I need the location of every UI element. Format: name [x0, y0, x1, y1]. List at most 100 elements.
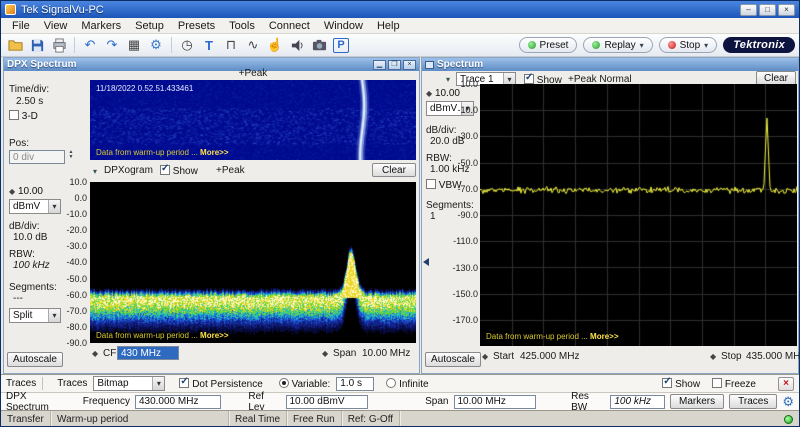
threed-option[interactable]: 3-D: [9, 110, 38, 122]
cf-input[interactable]: 430 MHz: [117, 346, 179, 360]
camera-icon[interactable]: [309, 36, 329, 55]
toolbar-separator: [171, 37, 172, 53]
more-link[interactable]: More>>: [200, 148, 228, 157]
freeze-checkbox[interactable]: [712, 378, 722, 388]
trigger-icon[interactable]: T: [199, 36, 219, 55]
settings-gear-icon[interactable]: ⚙: [146, 36, 166, 55]
open-folder-icon[interactable]: [5, 36, 25, 55]
restore-icon[interactable]: [425, 61, 434, 69]
undo-icon[interactable]: ↶: [80, 36, 100, 55]
traces-section-label: Traces: [6, 378, 36, 389]
pos-spinner[interactable]: ▲▼: [66, 150, 76, 160]
status-warmup: Warm-up period: [51, 411, 229, 427]
trace-show-checkbox[interactable]: [524, 74, 534, 84]
variable-option[interactable]: Variable:: [279, 378, 331, 390]
display-settings-icon[interactable]: ▦: [124, 36, 144, 55]
menu-setup[interactable]: Setup: [128, 19, 171, 33]
frequency-input[interactable]: 430.000 MHz: [135, 395, 221, 409]
preset-p-icon[interactable]: P: [331, 36, 351, 55]
dpxogram-show-label: Show: [173, 166, 198, 177]
trace-position-marker-icon[interactable]: [423, 258, 429, 266]
trace-type-dropdown[interactable]: Bitmap: [93, 376, 165, 391]
ref-level-marker-icon: [9, 186, 15, 197]
timediv-value[interactable]: 2.50 s: [16, 96, 43, 107]
touch-icon[interactable]: ☝: [265, 36, 285, 55]
stop-value[interactable]: 435.000 MHz: [746, 351, 800, 362]
infinite-radio[interactable]: [386, 378, 396, 388]
dpxogram-mode-dropdown[interactable]: Split: [9, 308, 61, 323]
preset-button[interactable]: Preset: [519, 37, 578, 53]
span-marker-icon: [322, 348, 328, 359]
settings-gear-icon[interactable]: ⚙: [782, 394, 794, 410]
replay-button[interactable]: Replay: [583, 37, 652, 53]
vbw-checkbox[interactable]: [426, 179, 436, 189]
unit-value: dBmV: [13, 201, 48, 212]
variable-time-input[interactable]: 1.0 s: [336, 377, 374, 391]
cf-label: CF: [103, 348, 116, 359]
dpxogram-detector-label: +Peak: [216, 165, 245, 176]
dpxogram-display[interactable]: [90, 182, 416, 343]
variable-radio[interactable]: [279, 378, 289, 388]
markers-button[interactable]: Markers: [670, 394, 724, 409]
more-link[interactable]: More>>: [590, 332, 618, 341]
traces-button[interactable]: Traces: [729, 394, 777, 409]
stop-label: Stop: [721, 351, 742, 362]
maximize-button[interactable]: □: [759, 4, 776, 16]
stop-button[interactable]: Stop: [659, 37, 718, 53]
save-icon[interactable]: [27, 36, 47, 55]
show-option[interactable]: Show: [662, 378, 700, 390]
close-button[interactable]: ×: [778, 4, 795, 16]
span-input[interactable]: 10.00 MHz: [454, 395, 537, 409]
menu-window[interactable]: Window: [317, 19, 370, 33]
dot-persistence-checkbox[interactable]: [179, 378, 189, 388]
dpxogram-y-axis: 10.0 0.0 -10.0 -20.0 -30.0 -40.0 -50.0 -…: [58, 178, 87, 347]
menu-view[interactable]: View: [37, 19, 75, 33]
y-axis-label: -50.0: [58, 275, 87, 283]
timer-icon[interactable]: ◷: [177, 36, 197, 55]
more-link[interactable]: More>>: [200, 331, 228, 340]
traces-settings-bar: Traces Traces Bitmap Dot Persistence Var…: [1, 374, 799, 392]
print-icon[interactable]: [49, 36, 69, 55]
menu-connect[interactable]: Connect: [262, 19, 317, 33]
reflev-input[interactable]: 10.00 dBmV: [286, 395, 369, 409]
dot-persistence-option[interactable]: Dot Persistence: [179, 378, 262, 390]
toolbar-separator: [74, 37, 75, 53]
dpxogram-title: DPXogram: [104, 165, 153, 176]
menu-help[interactable]: Help: [370, 19, 407, 33]
y-axis-label: -50.0: [450, 159, 478, 167]
freeze-option[interactable]: Freeze: [712, 378, 756, 390]
menu-presets[interactable]: Presets: [171, 19, 222, 33]
threed-checkbox[interactable]: [9, 110, 19, 120]
spectrum-plot[interactable]: [480, 84, 797, 346]
dpxogram-unit-dropdown[interactable]: dBmV: [9, 199, 61, 214]
cf-marker-icon: [92, 348, 98, 359]
span-value[interactable]: 10.00 MHz: [362, 348, 410, 359]
dpxogram-collapse-icon[interactable]: [93, 166, 97, 177]
y-axis-label: -70.0: [58, 307, 87, 315]
sine-wave-icon[interactable]: ∿: [243, 36, 263, 55]
dpxogram-autoscale-button[interactable]: Autoscale: [7, 352, 63, 367]
minimize-button[interactable]: –: [740, 4, 757, 16]
menu-tools[interactable]: Tools: [222, 19, 262, 33]
pos-input[interactable]: 0 div: [9, 150, 65, 164]
span-label: Span: [425, 396, 448, 407]
menu-markers[interactable]: Markers: [74, 19, 128, 33]
dpxogram-show-option[interactable]: Show: [160, 165, 198, 177]
pulse-icon[interactable]: ⊓: [221, 36, 241, 55]
close-settings-button[interactable]: ×: [778, 377, 794, 391]
dpxogram-clear-button[interactable]: Clear: [372, 163, 416, 177]
spectrum-autoscale-button[interactable]: Autoscale: [425, 352, 481, 367]
segments-value: ---: [13, 293, 23, 304]
infinite-option[interactable]: Infinite: [386, 378, 428, 390]
infinite-label: Infinite: [399, 379, 428, 390]
dpxogram-ref-level[interactable]: 10.00: [9, 186, 43, 197]
speaker-icon[interactable]: [287, 36, 307, 55]
resbw-input[interactable]: 100 kHz: [610, 395, 665, 409]
dpxogram-show-checkbox[interactable]: [160, 165, 170, 175]
spectrum-clear-button[interactable]: Clear: [756, 71, 796, 85]
start-value[interactable]: 425.000 MHz: [520, 351, 579, 362]
redo-icon[interactable]: ↷: [102, 36, 122, 55]
dot-persistence-label: Dot Persistence: [192, 379, 263, 390]
menu-file[interactable]: File: [5, 19, 37, 33]
show-checkbox[interactable]: [662, 378, 672, 388]
